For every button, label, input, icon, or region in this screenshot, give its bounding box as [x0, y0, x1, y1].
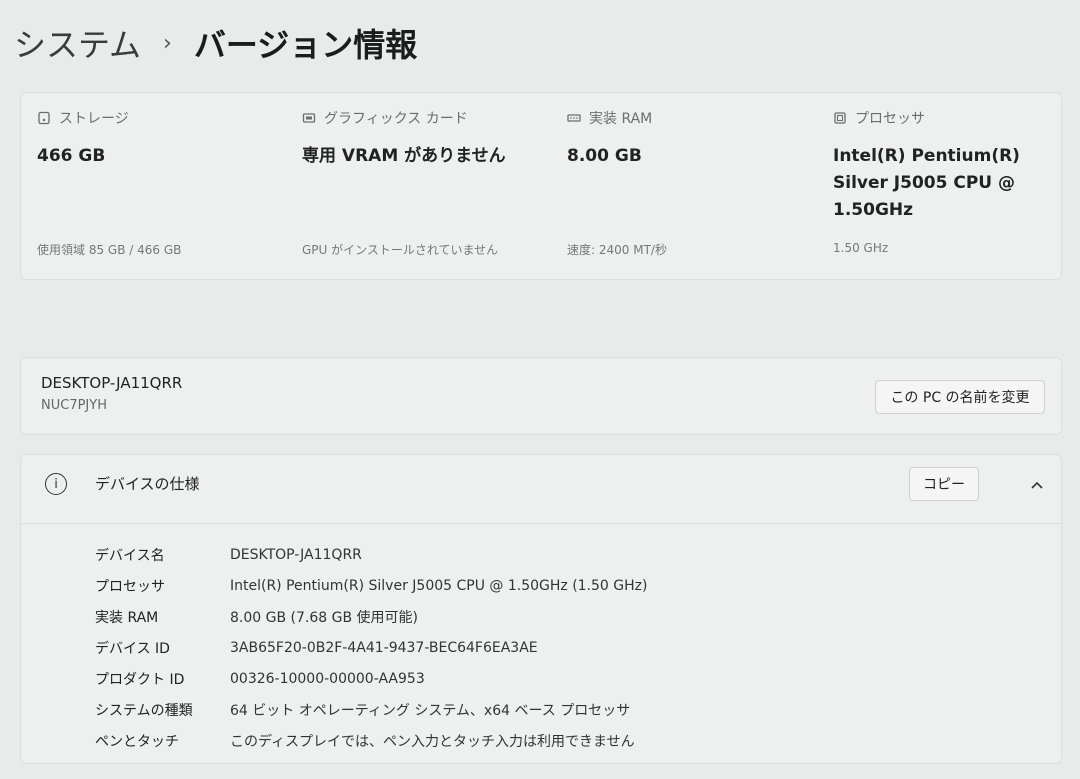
spec-key: プロダクト ID — [95, 671, 185, 688]
spec-sub: GPU がインストールされていません — [302, 243, 499, 257]
spec-graphics: グラフィックス カード 専用 VRAM がありません GPU がインストールされ… — [302, 107, 542, 257]
spec-row: プロダクト ID 00326-10000-00000-AA953 — [95, 663, 647, 694]
device-specs-list: デバイス名 DESKTOP-JA11QRR プロセッサ Intel(R) Penti… — [95, 539, 647, 756]
page-title: バージョン情報 — [193, 26, 418, 64]
spec-storage: ストレージ 466 GB 使用領域 85 GB / 466 GB — [37, 107, 277, 257]
rename-pc-button[interactable]: この PC の名前を変更 — [875, 380, 1045, 414]
spec-row-value: DESKTOP-JA11QRR — [230, 546, 362, 563]
ram-icon — [567, 114, 581, 122]
device-specs-header[interactable]: i デバイスの仕様 コピー — [21, 455, 1061, 515]
processor-icon — [834, 112, 846, 124]
spec-ram: 実装 RAM 8.00 GB 速度: 2400 MT/秒 — [567, 107, 807, 257]
device-specs-title: デバイスの仕様 — [95, 475, 200, 493]
spec-row-value: このディスプレイでは、ペン入力とタッチ入力は利用できません — [230, 733, 635, 750]
breadcrumb-system-link[interactable]: システム — [14, 20, 141, 66]
spec-row: デバイス ID 3AB65F20-0B2F-4A41-9437-BEC64F6EA… — [95, 632, 647, 663]
graphics-card-icon — [302, 113, 316, 123]
spec-label: 実装 RAM — [589, 111, 653, 127]
chevron-up-icon[interactable] — [1027, 475, 1047, 495]
spec-row-value: 00326-10000-00000-AA953 — [230, 670, 425, 687]
info-icon: i — [45, 473, 67, 495]
spec-value: Intel(R) Pentium(R) Silver J5005 CPU @ 1… — [833, 146, 1020, 220]
spec-summary-card: ストレージ 466 GB 使用領域 85 GB / 466 GB グラフィックス… — [20, 92, 1062, 280]
spec-key: プロセッサ — [95, 578, 165, 595]
spec-key: システムの種類 — [95, 702, 193, 719]
device-specs-card: i デバイスの仕様 コピー デバイス名 DESKTOP-JA11QRR プロセッサ… — [20, 454, 1062, 764]
spec-row: デバイス名 DESKTOP-JA11QRR — [95, 539, 647, 570]
spec-key: ペンとタッチ — [95, 733, 179, 750]
spec-key: デバイス名 — [95, 547, 165, 564]
divider — [21, 523, 1061, 524]
device-name-card: DESKTOP-JA11QRR NUC7PJYH この PC の名前を変更 — [20, 357, 1062, 435]
spec-label: ストレージ — [59, 111, 129, 127]
storage-icon — [38, 111, 50, 125]
spec-sub: 使用領域 85 GB / 466 GB — [37, 243, 182, 257]
spec-row: 実装 RAM 8.00 GB (7.68 GB 使用可能) — [95, 601, 647, 632]
spec-value: 専用 VRAM がありません — [302, 146, 506, 166]
spec-row-value: 8.00 GB (7.68 GB 使用可能) — [230, 609, 418, 626]
spec-label: プロセッサ — [855, 111, 925, 127]
spec-sub: 1.50 GHz — [833, 241, 889, 255]
spec-sub: 速度: 2400 MT/秒 — [567, 243, 667, 257]
spec-row: システムの種類 64 ビット オペレーティング システム、x64 ベース プロセッ… — [95, 694, 647, 725]
spec-key: 実装 RAM — [95, 609, 159, 626]
device-model: NUC7PJYH — [41, 398, 107, 413]
breadcrumb-separator: › — [163, 30, 172, 56]
spec-processor: プロセッサ Intel(R) Pentium(R) Silver J5005 C… — [833, 107, 1033, 255]
spec-row: ペンとタッチ このディスプレイでは、ペン入力とタッチ入力は利用できません — [95, 725, 647, 756]
device-name: DESKTOP-JA11QRR — [41, 374, 183, 392]
spec-label: グラフィックス カード — [324, 111, 468, 127]
spec-value: 8.00 GB — [567, 146, 642, 166]
breadcrumb: システム › バージョン情報 — [14, 18, 417, 68]
spec-value: 466 GB — [37, 146, 106, 166]
spec-row-value: 64 ビット オペレーティング システム、x64 ベース プロセッサ — [230, 702, 631, 719]
spec-row-value: 3AB65F20-0B2F-4A41-9437-BEC64F6EA3AE — [230, 639, 538, 656]
spec-row: プロセッサ Intel(R) Pentium(R) Silver J5005 CP… — [95, 570, 647, 601]
spec-row-value: Intel(R) Pentium(R) Silver J5005 CPU @ 1… — [230, 577, 648, 594]
copy-button[interactable]: コピー — [909, 467, 979, 501]
spec-key: デバイス ID — [95, 640, 170, 657]
